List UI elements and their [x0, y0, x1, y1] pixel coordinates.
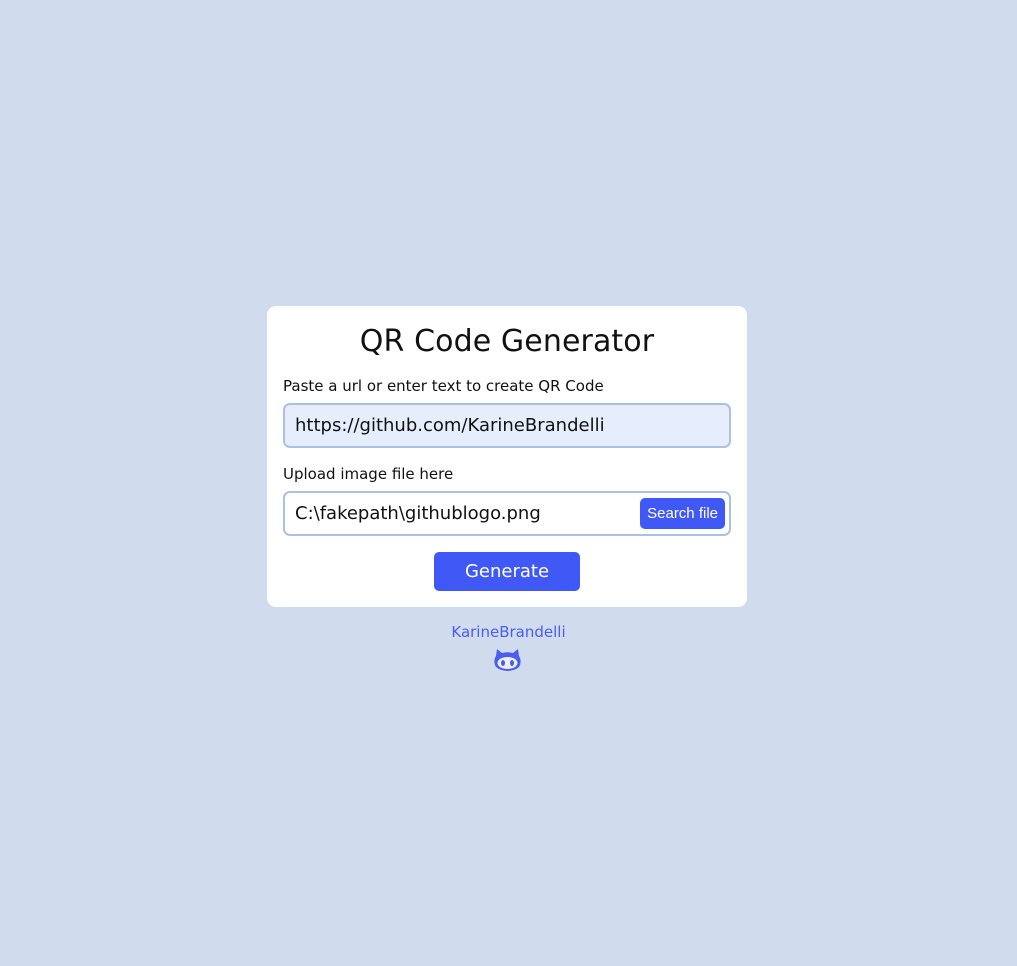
search-file-button[interactable]: Search file [640, 498, 725, 529]
qr-generator-card: QR Code Generator Paste a url or enter t… [267, 306, 747, 607]
file-upload-field[interactable]: C:\fakepath\githublogo.png Search file [283, 491, 731, 536]
author-link[interactable]: KarineBrandelli [451, 622, 565, 642]
url-input[interactable] [283, 403, 731, 448]
url-input-label: Paste a url or enter text to create QR C… [283, 377, 604, 395]
generate-button[interactable]: Generate [434, 552, 580, 591]
github-icon[interactable] [494, 648, 521, 672]
footer: KarineBrandelli [0, 622, 1017, 642]
page-title: QR Code Generator [359, 324, 655, 359]
file-input-label: Upload image file here [283, 465, 454, 483]
